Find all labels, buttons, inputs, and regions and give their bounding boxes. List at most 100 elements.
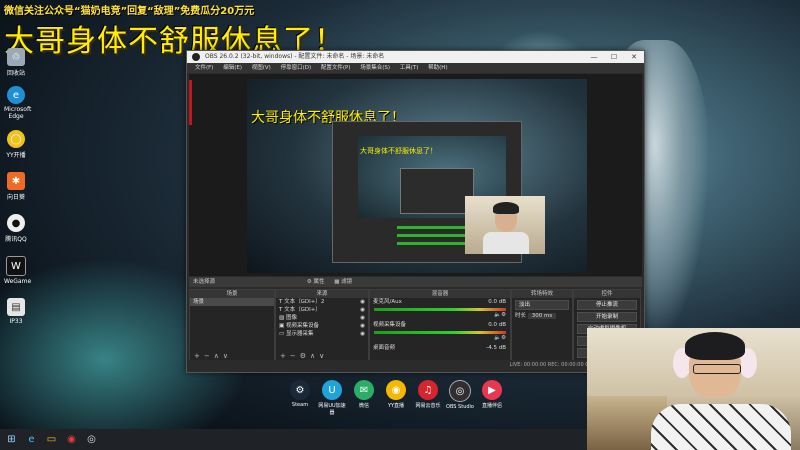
file-explorer-icon[interactable]: ▭ — [44, 432, 59, 447]
yy-icon: ◯ — [7, 130, 25, 148]
mixer-channel: 桌面音频 -4.5 dB — [370, 344, 510, 352]
obs-preview[interactable]: 大哥身体不舒服休息了！ 大哥身体不舒服休息了！ — [189, 74, 642, 276]
sunflower-icon: ✱ — [7, 172, 25, 190]
source-name: 视频采集设备 — [285, 323, 319, 329]
promo-banner: 微信关注公众号“猫奶电竞”回复“敌理”免费瓜分20万元 — [4, 6, 255, 17]
stop-streaming-button[interactable]: 停止推流 — [577, 300, 637, 310]
netease-music-icon[interactable]: ◉ — [64, 432, 79, 447]
desktop-icon-recycle-bin[interactable]: ♲ 回收站 — [4, 48, 28, 77]
app-label: 网易UU加速器 — [318, 403, 346, 416]
obs-icon[interactable]: ◎ — [84, 432, 99, 447]
desktop-icon-yy[interactable]: ◯ YY开播 — [4, 130, 28, 159]
app-steam[interactable]: ⚙ Steam — [286, 380, 314, 408]
filters-label: 滤镜 — [341, 279, 353, 285]
obs-menubar: 文件(F) 编辑(E) 视图(V) 停靠窗口(D) 配置文件(P) 场景集合(S… — [187, 63, 644, 73]
netease-music-icon: ♫ — [418, 380, 438, 400]
obs-logo-icon — [192, 53, 200, 61]
wechat-icon: ✉ — [354, 380, 374, 400]
scenes-header: 场景 — [190, 290, 274, 298]
live-companion-icon: ▶ — [482, 380, 502, 400]
menu-file[interactable]: 文件(F) — [195, 65, 213, 71]
desktop-icon-wegame[interactable]: W WeGame — [4, 256, 32, 285]
eye-icon[interactable]: ◉ — [360, 306, 365, 314]
speaker-icon[interactable]: 🔈⚙ — [494, 311, 506, 319]
app-label: 微信 — [358, 403, 369, 409]
obs-window[interactable]: OBS 26.0.2 (32-bit, windows) - 配置文件: 未命名… — [186, 50, 645, 373]
menu-profile[interactable]: 配置文件(P) — [321, 65, 351, 71]
duration-field[interactable]: 300 ms — [527, 313, 557, 319]
controls-header: 控件 — [574, 290, 640, 298]
desktop-icon-label: YY开播 — [6, 152, 26, 159]
channel-name: 麦克风/Aux — [373, 299, 402, 305]
app-label: YY直播 — [387, 403, 405, 409]
source-item[interactable]: ▭ 显示器采集 ◉ — [276, 330, 368, 338]
eye-icon[interactable]: ◉ — [360, 314, 365, 322]
obs-titlebar[interactable]: OBS 26.0.2 (32-bit, windows) - 配置文件: 未命名… — [187, 51, 644, 63]
transitions-dock: 转场特效 淡出 时长 300 ms — [511, 289, 573, 362]
app-live-companion[interactable]: ▶ 直播伴侣 — [478, 380, 506, 409]
scene-item[interactable]: 场景 — [190, 298, 274, 306]
menu-docks[interactable]: 停靠窗口(D) — [281, 65, 312, 71]
obs-window-title: OBS 26.0.2 (32-bit, windows) - 配置文件: 未命名… — [205, 53, 385, 60]
app-yy-live[interactable]: ◉ YY直播 — [382, 380, 410, 409]
transition-select[interactable]: 淡出 — [515, 300, 569, 310]
app-label: 直播伴侣 — [481, 403, 502, 409]
close-icon[interactable]: ✕ — [624, 51, 644, 63]
nested-obs-window-inner — [400, 168, 474, 214]
properties-label: 属性 — [313, 279, 325, 285]
duration-row: 时长 300 ms — [512, 312, 572, 320]
start-recording-button[interactable]: 开始录制 — [577, 312, 637, 322]
source-item[interactable]: T 文本（GDI+）2 ◉ — [276, 298, 368, 306]
transitions-header: 转场特效 — [512, 290, 572, 298]
app-label: 网易云音乐 — [415, 403, 441, 409]
desktop-icon-label: WeGame — [4, 278, 32, 285]
yy-icon: ◉ — [386, 380, 406, 400]
menu-scene-collection[interactable]: 场景集合(S) — [360, 65, 390, 71]
menu-help[interactable]: 帮助(H) — [428, 65, 447, 71]
app-uu[interactable]: U 网易UU加速器 — [318, 380, 346, 416]
obs-statusbar: LIVE: 00:00:00 REC: 00:00:00 CPU: 0.3%, … — [187, 360, 644, 370]
desktop-icon-sunflower[interactable]: ✱ 向日葵 — [4, 172, 28, 201]
desktop-icon-label: IP33 — [9, 318, 23, 325]
eye-icon[interactable]: ◉ — [360, 298, 365, 306]
app-obs[interactable]: ◎ OBS Studio — [446, 380, 474, 410]
desktop-icon-qq[interactable]: ● 腾讯QQ — [4, 214, 28, 243]
sources-dock: 来源 T 文本（GDI+）2 ◉ T 文本（GDI+） ◉ ▨ 图像 ◉ ▣ 视… — [275, 289, 369, 362]
speaker-icon[interactable]: 🔈⚙ — [494, 334, 506, 342]
sources-header: 来源 — [276, 290, 368, 298]
menu-tools[interactable]: 工具(T) — [400, 65, 419, 71]
app-wechat[interactable]: ✉ 微信 — [350, 380, 378, 409]
source-item[interactable]: ▣ 视频采集设备 ◉ — [276, 322, 368, 330]
edge-icon[interactable]: e — [24, 432, 39, 447]
volume-slider[interactable]: 🔈⚙ — [370, 311, 510, 321]
app-label: OBS Studio — [446, 404, 474, 410]
preview-edge-marker — [189, 80, 192, 125]
windows-start-icon[interactable]: ⊞ — [4, 432, 19, 447]
menu-view[interactable]: 视图(V) — [252, 65, 271, 71]
source-item[interactable]: ▨ 图像 ◉ — [276, 314, 368, 322]
webcam-feed — [587, 328, 800, 450]
webcam-streamer-shirt — [651, 404, 791, 450]
scenes-dock: 场景 场景 +−∧∨ — [189, 289, 275, 362]
channel-db: 0.0 dB — [488, 299, 506, 305]
duration-label: 时长 — [515, 313, 527, 319]
no-source-label: 未选择源 — [193, 279, 216, 285]
minimize-icon[interactable]: — — [584, 51, 604, 63]
wegame-icon: W — [6, 256, 26, 276]
maximize-icon[interactable]: ☐ — [604, 51, 624, 63]
desktop-icon-ip33[interactable]: ▤ IP33 — [4, 298, 28, 325]
properties-button[interactable]: ⚙ 属性 — [307, 279, 325, 285]
mixer-header: 混音器 — [370, 290, 510, 298]
filters-button[interactable]: ▦ 滤镜 — [334, 279, 352, 285]
desktop-icon-label: Microsoft Edge — [4, 106, 32, 120]
source-item[interactable]: T 文本（GDI+） ◉ — [276, 306, 368, 314]
app-netease-music[interactable]: ♫ 网易云音乐 — [414, 380, 442, 409]
app-label: Steam — [291, 402, 309, 408]
eye-icon[interactable]: ◉ — [360, 322, 365, 330]
desktop-icon-edge[interactable]: e Microsoft Edge — [4, 86, 32, 120]
volume-slider[interactable]: 🔈⚙ — [370, 334, 510, 344]
menu-edit[interactable]: 编辑(E) — [223, 65, 242, 71]
channel-db: 0.0 dB — [488, 322, 506, 328]
eye-icon[interactable]: ◉ — [360, 330, 365, 338]
recycle-bin-icon: ♲ — [7, 48, 25, 66]
